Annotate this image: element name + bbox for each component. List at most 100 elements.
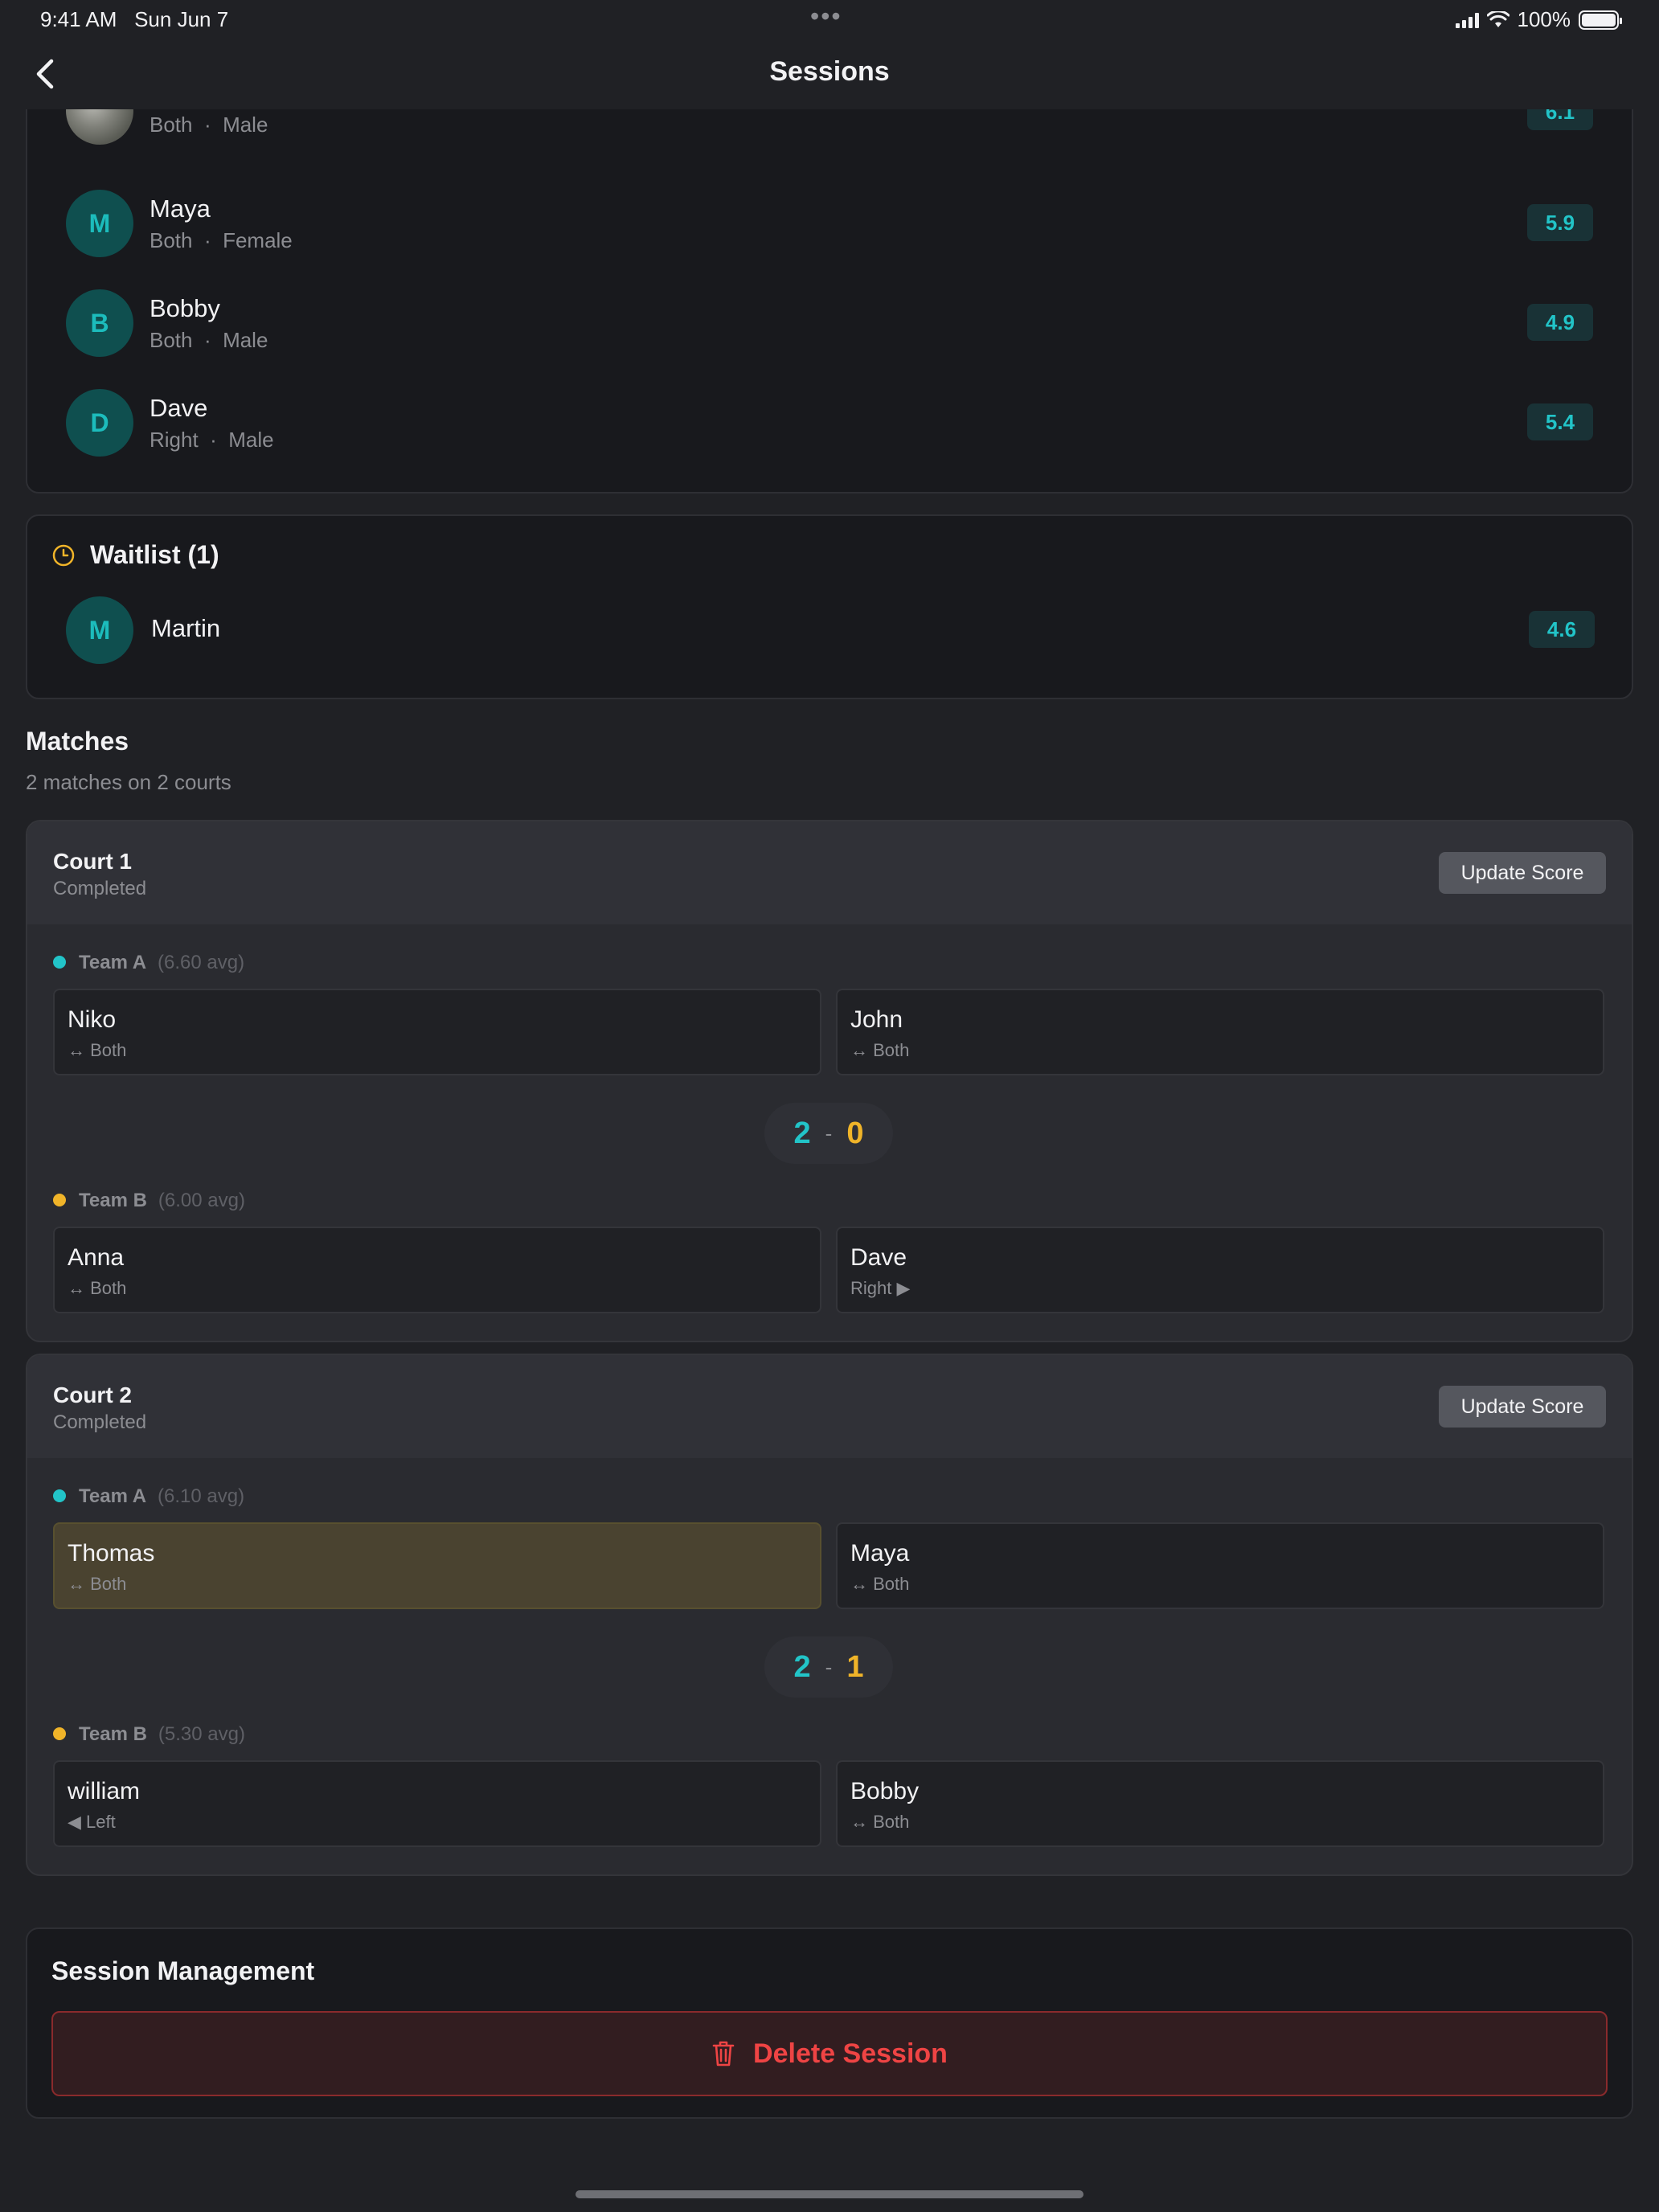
match-player-side: ↔ Both (68, 1278, 127, 1298)
team-name: Team B (79, 1190, 147, 1211)
team-average: (5.30 avg) (158, 1723, 245, 1745)
score-display: 2-0 (764, 1103, 893, 1164)
matches-subtitle: 2 matches on 2 courts (26, 770, 231, 794)
rating-badge: 4.6 (1529, 611, 1595, 648)
match-player-name: Maya (850, 1540, 910, 1567)
team-name: Team B (79, 1723, 147, 1745)
separator-dot: · (192, 328, 223, 352)
score-separator: - (825, 1654, 833, 1679)
update-score-button[interactable]: Update Score (1439, 1386, 1606, 1428)
match-player-card[interactable]: Niko ↔ Both (53, 989, 821, 1075)
multitasking-dots-icon[interactable]: ••• (810, 2, 842, 31)
delete-session-label: Delete Session (753, 2038, 948, 2069)
separator-dot: · (192, 113, 223, 137)
match-player-name: John (850, 1006, 903, 1033)
match-player-name: Dave (850, 1244, 907, 1271)
player-details: Both · Male (150, 328, 268, 353)
team-color-dot (53, 1727, 66, 1740)
match-player-side: Right ▶ (850, 1278, 911, 1298)
team-color-dot (53, 1489, 66, 1502)
court-status: Completed (53, 878, 147, 899)
team-a-score: 2 (793, 1649, 811, 1684)
team-average: (6.10 avg) (158, 1485, 245, 1507)
update-score-button[interactable]: Update Score (1439, 852, 1606, 894)
delete-session-button[interactable]: Delete Session (51, 2011, 1608, 2096)
clock-icon (52, 544, 75, 567)
match-player-card[interactable]: John ↔ Both (836, 989, 1604, 1075)
status-bar: 9:41 AM Sun Jun 7 ••• 100% (0, 0, 1659, 39)
waitlist-item[interactable]: M Martin 4.6 (27, 590, 1595, 670)
separator-dot: · (198, 428, 229, 452)
player-gender: Male (223, 113, 268, 137)
rating-badge: 5.9 (1527, 204, 1593, 241)
team-average: (6.00 avg) (158, 1190, 245, 1211)
match-player-side: ◀ Left (68, 1812, 116, 1832)
match-player-card[interactable]: Dave Right ▶ (836, 1227, 1604, 1313)
match-player-side: ↔ Both (850, 1040, 910, 1060)
team-a-label: Team A (6.60 avg) (53, 952, 244, 974)
player-hand: Both (150, 113, 193, 137)
player-hand: Both (150, 328, 193, 352)
team-color-dot (53, 955, 66, 969)
court-header: Court 1 Completed Update Score (27, 821, 1632, 924)
wifi-icon (1486, 10, 1509, 27)
team-name: Team A (79, 1485, 147, 1507)
court-title: Court 2 (53, 1382, 132, 1407)
match-player-card[interactable]: william ◀ Left (53, 1760, 821, 1847)
score-display: 2-1 (764, 1636, 893, 1698)
home-indicator[interactable] (576, 2190, 1083, 2198)
player-hand: Both (150, 228, 193, 252)
player-row[interactable]: D Dave Right · Male 5.4 (39, 383, 1593, 463)
avatar: M (66, 596, 133, 664)
player-gender: Female (223, 228, 293, 252)
player-hand: Right (150, 428, 199, 452)
avatar: M (66, 190, 133, 257)
score-separator: - (825, 1120, 833, 1145)
player-name: Maya (150, 195, 211, 223)
avatar: D (66, 389, 133, 457)
match-player-card[interactable]: Anna ↔ Both (53, 1227, 821, 1313)
match-player-card[interactable]: Maya ↔ Both (836, 1522, 1604, 1609)
match-player-side: ↔ Both (850, 1574, 910, 1594)
court-card: Court 1 Completed Update Score Team A (6.60 … (26, 820, 1633, 1342)
match-player-side: ↔ Both (68, 1040, 127, 1060)
team-name: Team A (79, 952, 147, 973)
player-gender: Male (223, 328, 268, 352)
rating-badge: 4.9 (1527, 304, 1593, 341)
match-player-card[interactable]: Thomas ↔ Both (53, 1522, 821, 1609)
team-b-label: Team B (5.30 avg) (53, 1723, 245, 1746)
court-status: Completed (53, 1411, 147, 1433)
avatar: B (66, 289, 133, 357)
nav-bar: Sessions (0, 39, 1659, 109)
match-player-name: Anna (68, 1244, 125, 1271)
player-row[interactable]: B Bobby Both · Male 4.9 (39, 283, 1593, 363)
court-header: Court 2 Completed Update Score (27, 1355, 1632, 1458)
court-title: Court 1 (53, 849, 132, 874)
player-details: Both · Male (150, 113, 268, 137)
team-average: (6.60 avg) (158, 952, 245, 973)
match-player-name: Niko (68, 1006, 117, 1033)
separator-dot: · (192, 228, 223, 252)
session-management-card: Session Management Delete Session (26, 1927, 1633, 2119)
rating-badge: 5.4 (1527, 403, 1593, 440)
trash-icon (712, 2041, 735, 2067)
match-player-side: ↔ Both (68, 1574, 127, 1594)
status-time: 9:41 AM Sun Jun 7 (40, 7, 229, 31)
player-gender: Male (228, 428, 274, 452)
match-player-card[interactable]: Bobby ↔ Both (836, 1760, 1604, 1847)
waitlist-card: Waitlist (1) M Martin 4.6 (26, 514, 1633, 699)
player-details: Both · Female (150, 228, 293, 253)
team-b-score: 0 (846, 1116, 864, 1150)
matches-title: Matches (26, 727, 129, 756)
match-player-name: Thomas (68, 1540, 155, 1567)
player-details: Right · Male (150, 428, 274, 453)
battery-icon (1579, 10, 1622, 30)
match-player-name: Bobby (850, 1778, 920, 1804)
team-a-score: 2 (793, 1116, 811, 1150)
court-card: Court 2 Completed Update Score Team A (6.10 … (26, 1354, 1633, 1876)
team-b-score: 1 (846, 1649, 864, 1684)
player-row[interactable]: M Maya Both · Female 5.9 (39, 183, 1593, 264)
player-name: Martin (151, 614, 221, 642)
waitlist-title: Waitlist (1) (90, 540, 219, 569)
session-management-title: Session Management (51, 1956, 315, 1985)
